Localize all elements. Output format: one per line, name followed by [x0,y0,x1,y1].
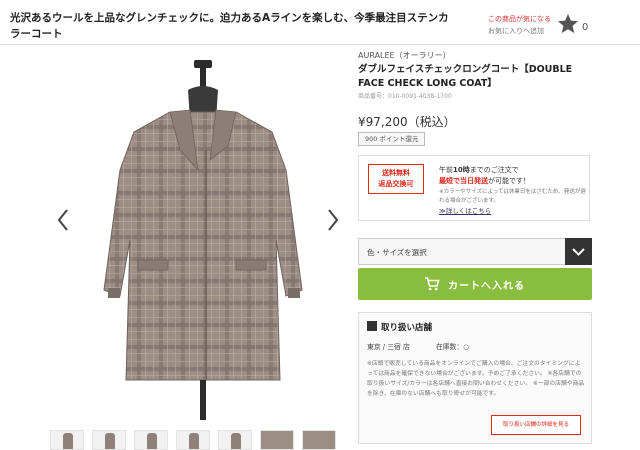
thumbnail[interactable] [260,430,294,450]
shipping-mid: までのご注文で [469,166,519,174]
shipping-sameday: 最短で当日発送 [439,177,488,185]
favorite-count: 0 [582,22,589,33]
thumbnail[interactable] [302,430,336,450]
store-row: 東京 / 三宿 店 在庫数：○ [367,341,469,351]
shipping-note: ※カラーやサイズによっては休業日をはさむため、発送が遅れる場合がございます。 [439,189,586,204]
badge-free-shipping: 送料無料 [382,169,410,177]
thumbnail[interactable] [218,430,252,450]
store-note: ※店頭で販売している商品をオンラインでご購入の場合、ご注文のタイミングによっては… [367,361,585,397]
badge-returns: 返品交換可 [378,180,414,188]
store-icon [367,321,377,331]
prev-image-arrow[interactable] [56,208,70,232]
shipping-info: 午前10時までのご注文で 最短で当日発送が可能です！ ※カラーやサイズによっては… [439,165,587,217]
product-title: ダブルフェイスチェックロングコート【DOUBLE FACE CHECK LONG… [358,64,573,89]
free-shipping-badge: 送料無料 返品交換可 [368,164,424,194]
color-size-select[interactable]: 色・サイズを選択 [358,238,592,265]
product-headline: 光沢あるウールを上品なグレンチェックに。迫力あるAラインを楽しむ、今季最注目ステ… [10,12,449,40]
product-image-area [40,50,356,422]
shipping-details-link[interactable]: ≫詳しくはこちら [439,207,491,215]
shipping-post: が可能です！ [488,177,530,185]
product-image [103,60,303,420]
next-image-arrow[interactable] [326,208,340,232]
shipping-box: 送料無料 返品交換可 午前10時までのご注文で 最短で当日発送が可能です！ ※カ… [358,155,590,221]
brand-name[interactable]: AURALEE（オーラリー） [358,50,451,61]
product-number: 商品番号：010-0091-4038-1700 [358,93,452,100]
thumbnail[interactable] [134,430,168,450]
cart-icon [425,277,440,291]
product-price: ¥97,200（税込） [358,115,456,129]
thumbnail[interactable] [50,430,84,450]
thumbnail[interactable] [92,430,126,450]
dropdown-toggle[interactable] [565,238,592,265]
points-badge: 900 ポイント還元 [358,132,426,146]
star-icon[interactable] [556,12,580,36]
favorite-area[interactable]: この商品が気になる お気に入りへ追加 0 [488,14,598,42]
shipping-time: 10時 [453,166,470,174]
shipping-pre: 午前 [439,166,453,174]
store-heading: 取り扱い店舗 [367,321,432,333]
favorite-add-label[interactable]: お気に入りへ追加 [488,26,551,36]
thumbnail[interactable] [176,430,210,450]
store-heading-text: 取り扱い店舗 [381,323,433,333]
store-details-button[interactable]: 取り扱い店舗の詳細を見る [491,415,581,435]
select-label: 色・サイズを選択 [367,248,427,257]
favorite-text: この商品が気になる お気に入りへ追加 [488,14,551,36]
chevron-down-icon [572,248,585,256]
store-availability-box: 取り扱い店舗 東京 / 三宿 店 在庫数：○ ※店頭で販売している商品をオンライ… [358,312,592,444]
store-stock: 在庫数：○ [435,343,470,351]
store-name: 東京 / 三宿 店 [367,343,410,351]
cart-button-label: カートへ入れる [448,281,525,292]
add-to-cart-button[interactable]: カートへ入れる [358,268,592,300]
header-divider [0,44,640,45]
thumbnail-strip [50,430,350,450]
favorite-prompt: この商品が気になる [488,15,551,23]
